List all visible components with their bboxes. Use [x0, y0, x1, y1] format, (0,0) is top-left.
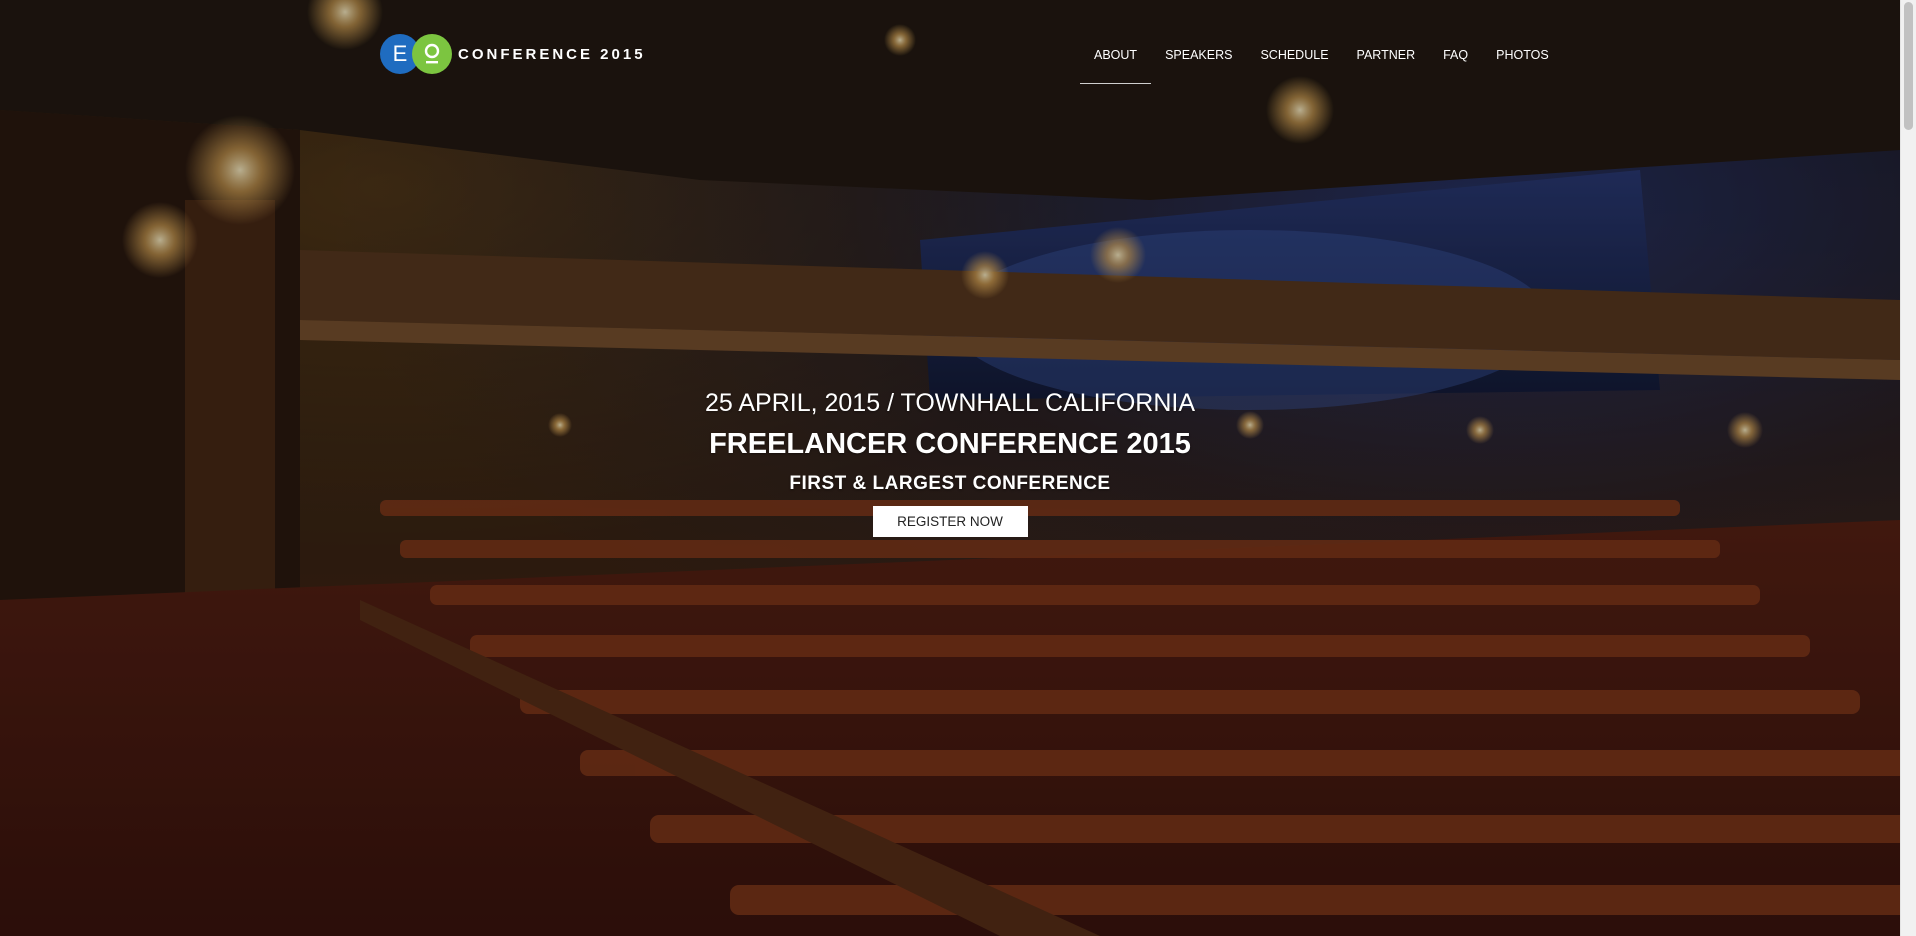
- page: E CONFERENCE 2015 ABOUT SPEAKERS SCHEDUL…: [0, 0, 1916, 936]
- hero-subtitle: FIRST & LARGEST CONFERENCE: [789, 473, 1111, 494]
- hero-section: 25 APRIL, 2015 / TOWNHALL CALIFORNIA FRE…: [0, 384, 1900, 537]
- nav-item-partner[interactable]: PARTNER: [1343, 44, 1430, 84]
- nav-item-about[interactable]: ABOUT: [1080, 44, 1152, 84]
- event-date-location: 25 APRIL, 2015 / TOWNHALL CALIFORNIA: [704, 389, 1195, 417]
- register-now-button[interactable]: REGISTER NOW: [872, 506, 1028, 537]
- nav-item-photos[interactable]: PHOTOS: [1482, 44, 1563, 84]
- logo-circle-green: [412, 34, 452, 74]
- main-nav: ABOUT SPEAKERS SCHEDULE PARTNER FAQ PHOT…: [1080, 44, 1563, 84]
- scrollbar-thumb[interactable]: [1904, 2, 1913, 130]
- nav-item-faq[interactable]: FAQ: [1429, 44, 1482, 84]
- brand-logo-link[interactable]: E CONFERENCE 2015: [380, 34, 646, 74]
- brand-name: CONFERENCE 2015: [458, 45, 646, 63]
- nav-item-schedule[interactable]: SCHEDULE: [1246, 44, 1342, 84]
- nav-item-speakers[interactable]: SPEAKERS: [1151, 44, 1246, 84]
- hero-title: FREELANCER CONFERENCE 2015: [709, 428, 1191, 460]
- logo-mark: E: [380, 34, 452, 74]
- person-icon: [424, 43, 440, 64]
- page-scrollbar[interactable]: [1900, 0, 1916, 936]
